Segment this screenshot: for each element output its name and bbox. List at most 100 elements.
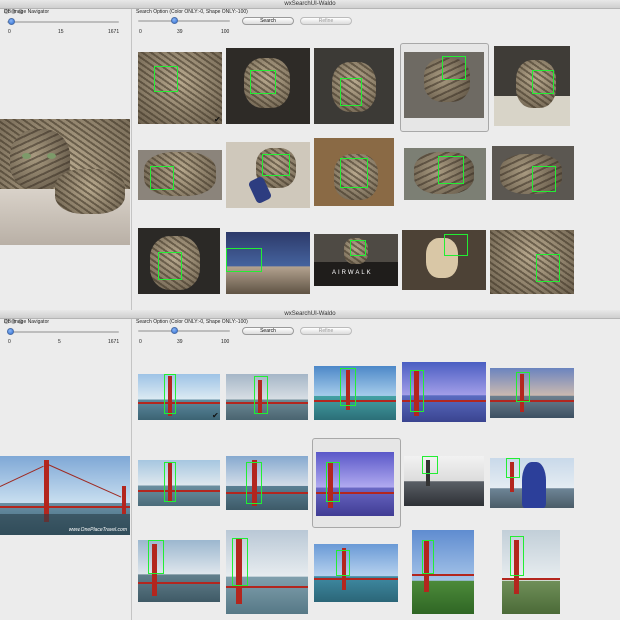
window-title: wxSearchUI-Waldo [284,311,336,317]
face-detection-box [536,254,560,282]
option-value: 39 [177,29,183,35]
slider-track [7,331,119,333]
result-thumbnail[interactable] [316,452,394,516]
navigator-panel: DB Image Navigator 0 15 1671 [0,9,132,310]
title-bar[interactable]: wxSearchUI-Waldo [0,0,620,14]
option-min: 0 [139,339,142,345]
navigator-label: DB Image Navigator [4,319,50,325]
face-detection-box [150,166,174,190]
bridge-deck [0,506,130,508]
face-detection-box [262,154,290,176]
detection-box [164,374,176,414]
detection-box [336,550,350,576]
face-detection-box [340,158,368,188]
cat-eye [47,153,56,159]
navigator-slider[interactable] [7,18,119,26]
results-grid: ✔ [134,43,620,310]
face-detection-box [442,56,466,80]
result-thumbnail[interactable] [226,142,310,208]
bridge-deck [138,402,220,404]
search-button[interactable]: Search [242,327,294,335]
result-thumbnail[interactable] [138,150,222,200]
navigator-label: DB Image Navigator [4,9,50,15]
bridge-deck [226,586,308,588]
result-thumbnail[interactable] [404,148,486,200]
result-thumbnail[interactable] [314,138,394,206]
search-button[interactable]: Search [242,17,294,25]
result-thumbnail[interactable] [314,48,394,124]
bridge-deck [490,400,574,402]
slider-knob[interactable] [171,327,179,334]
face-detection-box [158,252,182,280]
option-max: 100 [221,339,230,345]
navigator-max: 1671 [108,29,120,35]
search-option-label: Search Option (Color ONLY:-0, Shape ONLY… [136,9,248,15]
result-thumbnail[interactable] [138,374,220,420]
result-thumbnail[interactable] [494,46,570,126]
detection-box [148,540,164,574]
detection-box [506,458,520,478]
bridge-deck [412,574,474,576]
result-thumbnail[interactable] [404,456,484,506]
result-thumbnail[interactable] [138,228,220,294]
face-detection-box [154,66,178,92]
face-detection-box [532,70,554,94]
result-thumbnail[interactable] [412,530,474,614]
result-thumbnail[interactable] [402,362,486,422]
detection-box [232,538,248,586]
result-thumbnail[interactable] [492,146,574,200]
result-thumbnail[interactable] [404,52,484,118]
search-option-slider[interactable] [138,17,230,25]
result-thumbnail[interactable] [490,458,574,508]
detection-box [422,456,438,474]
window-title: wxSearchUI-Waldo [284,1,336,7]
detection-box [326,462,340,502]
navigator-min: 0 [8,339,11,345]
face-detection-box [350,240,366,256]
title-bar[interactable]: wxSearchUI-Waldo [0,310,620,324]
slider-knob[interactable] [171,17,179,24]
detection-box [164,462,176,502]
slider-track [7,21,119,23]
face-detection-box [226,248,262,272]
detection-box [254,376,268,414]
results-grid: ✔ [134,354,620,620]
result-thumbnail[interactable] [226,232,310,294]
result-thumbnail[interactable] [402,230,486,290]
result-thumbnail[interactable]: AIRWALK [314,234,398,286]
result-thumbnail[interactable] [490,368,574,418]
search-option-slider[interactable] [138,327,230,335]
result-thumbnail[interactable] [226,374,308,420]
slider-knob[interactable] [7,18,15,25]
result-thumbnail[interactable] [226,530,308,614]
result-thumbnail[interactable] [138,460,220,506]
bridge-deck [314,578,398,580]
sky [0,456,130,504]
bridge-deck [226,492,308,494]
result-thumbnail[interactable] [314,366,396,420]
slider-track [138,20,230,22]
navigator-slider[interactable] [7,328,119,336]
navigator-value: 5 [58,339,61,345]
face-detection-box [438,156,464,184]
result-thumbnail[interactable] [226,48,310,124]
bridge-deck [502,578,560,580]
result-thumbnail[interactable] [314,544,398,602]
result-thumbnail[interactable] [138,52,222,124]
result-thumbnail[interactable] [490,230,574,294]
refine-button[interactable]: Refine [300,17,352,25]
result-thumbnail[interactable] [138,540,220,602]
detection-box [340,368,356,406]
slider-knob[interactable] [7,328,15,335]
result-thumbnail[interactable] [502,530,560,614]
face-detection-box [532,166,556,192]
navigator-panel: DB Image Navigator 0 5 1671 www.OnePlace… [0,319,132,620]
window-bottom: wxSearchUI-Waldo DB Image Navigator 0 5 … [0,310,620,620]
check-icon: ✔ [214,115,221,124]
detection-box [246,462,262,504]
detection-box [510,536,524,576]
result-thumbnail[interactable] [226,456,308,510]
cat-eye [22,153,31,159]
refine-button[interactable]: Refine [300,327,352,335]
bridge-deck [138,490,220,492]
